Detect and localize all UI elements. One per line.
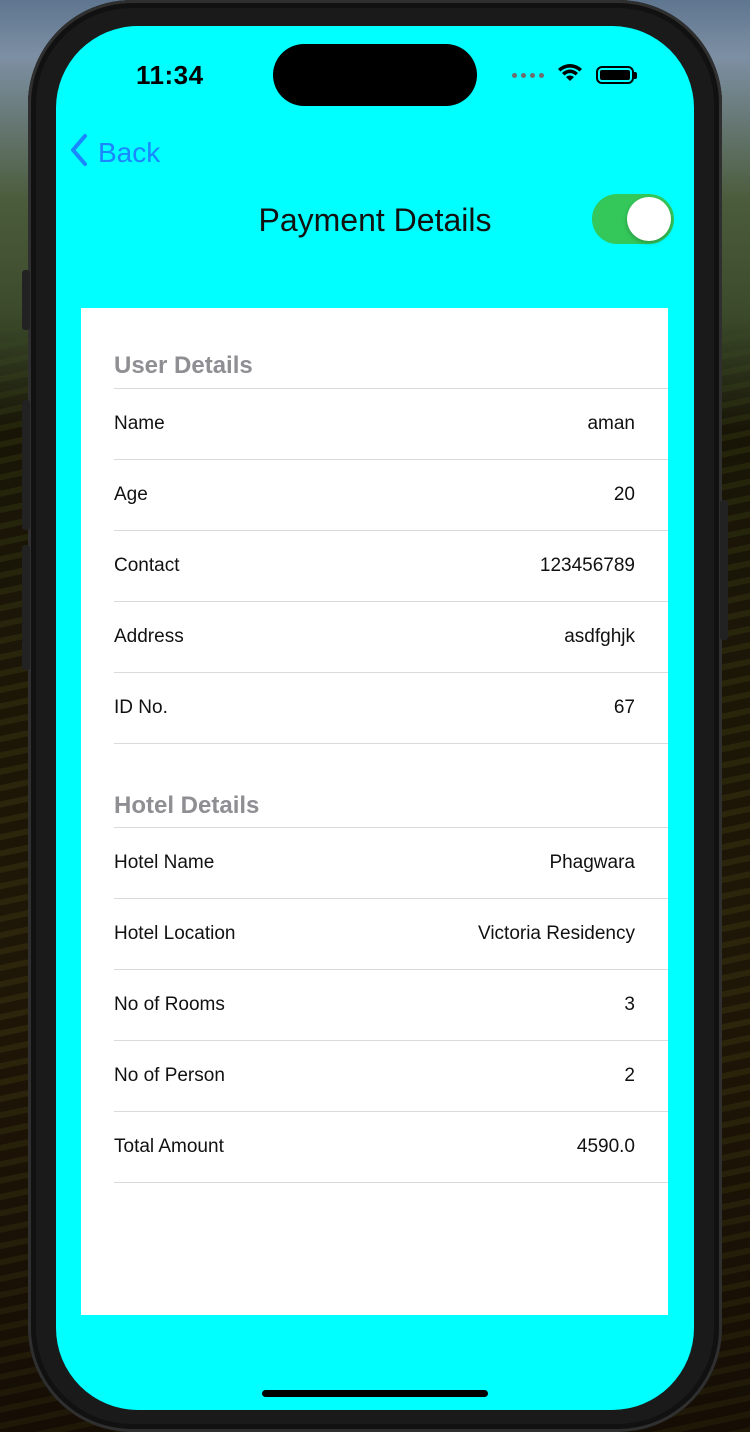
toggle-knob bbox=[627, 197, 671, 241]
row-label: Hotel Name bbox=[114, 852, 215, 873]
cellular-signal-icon bbox=[512, 72, 544, 78]
status-indicators bbox=[512, 63, 637, 88]
side-button-power bbox=[720, 500, 728, 640]
side-button-volume-up bbox=[22, 400, 30, 530]
side-button-action bbox=[22, 270, 30, 330]
row-value: aman bbox=[587, 413, 635, 434]
device-screen: 11:34 Back Payment Details User Details … bbox=[56, 26, 694, 1410]
back-button[interactable]: Back bbox=[68, 132, 160, 173]
row-value: 4590.0 bbox=[576, 1136, 635, 1157]
detail-row-hotel-location: Hotel Location Victoria Residency bbox=[114, 898, 668, 969]
detail-row-contact: Contact 123456789 bbox=[114, 530, 668, 601]
row-label: No of Rooms bbox=[114, 994, 225, 1015]
row-value: Phagwara bbox=[549, 852, 635, 873]
row-label: Name bbox=[114, 413, 165, 434]
detail-row-name: Name aman bbox=[114, 388, 668, 459]
detail-row-persons: No of Person 2 bbox=[114, 1040, 668, 1111]
row-value: 3 bbox=[624, 994, 635, 1015]
user-details-header: User Details bbox=[114, 352, 253, 379]
home-indicator[interactable] bbox=[262, 1390, 488, 1397]
side-button-volume-down bbox=[22, 545, 30, 670]
row-label: Address bbox=[114, 626, 184, 647]
detail-row-address: Address asdfghjk bbox=[114, 601, 668, 672]
detail-row-id: ID No. 67 bbox=[114, 672, 668, 744]
details-card: User Details Name aman Age 20 Contact 12… bbox=[81, 308, 668, 1315]
row-label: Hotel Location bbox=[114, 923, 236, 944]
battery-icon bbox=[596, 66, 637, 84]
status-time: 11:34 bbox=[136, 60, 204, 90]
wifi-icon bbox=[556, 63, 584, 88]
detail-row-total-amount: Total Amount 4590.0 bbox=[114, 1111, 668, 1183]
row-label: ID No. bbox=[114, 697, 168, 718]
row-value: asdfghjk bbox=[564, 626, 635, 647]
detail-row-age: Age 20 bbox=[114, 459, 668, 530]
row-label: Age bbox=[114, 484, 148, 505]
row-label: Contact bbox=[114, 555, 180, 576]
settings-toggle[interactable] bbox=[592, 194, 674, 244]
hotel-details-header: Hotel Details bbox=[114, 792, 260, 819]
row-value: 20 bbox=[613, 484, 635, 505]
row-label: Total Amount bbox=[114, 1136, 224, 1157]
back-label: Back bbox=[98, 136, 161, 168]
row-value: Victoria Residency bbox=[477, 923, 635, 944]
detail-row-hotel-name: Hotel Name Phagwara bbox=[114, 827, 668, 898]
row-label: No of Person bbox=[114, 1065, 225, 1086]
row-value: 2 bbox=[624, 1065, 635, 1086]
row-value: 123456789 bbox=[539, 555, 635, 576]
row-value: 67 bbox=[613, 697, 635, 718]
chevron-left-icon bbox=[68, 132, 90, 173]
dynamic-island bbox=[273, 44, 477, 106]
detail-row-rooms: No of Rooms 3 bbox=[114, 969, 668, 1040]
